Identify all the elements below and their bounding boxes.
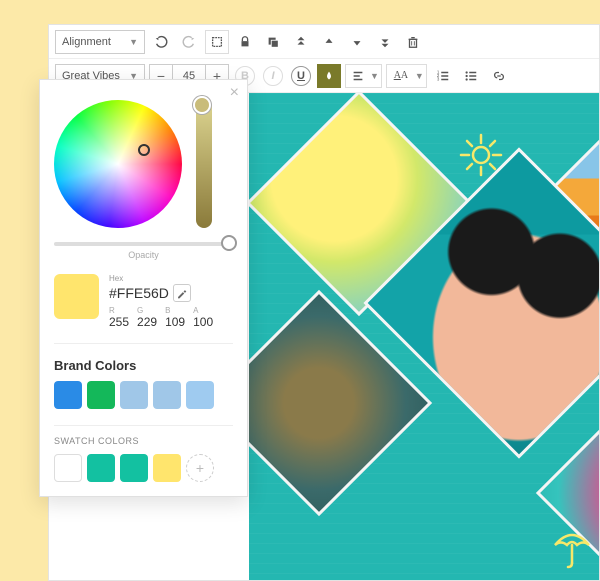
case-icon: AA bbox=[394, 70, 408, 81]
color-wheel[interactable] bbox=[54, 100, 182, 228]
brand-color-swatch[interactable] bbox=[186, 381, 214, 409]
r-label: R bbox=[109, 306, 129, 315]
delete-button[interactable] bbox=[401, 30, 425, 54]
umbrella-doodle-icon bbox=[549, 523, 595, 574]
g-value[interactable]: 229 bbox=[137, 315, 157, 329]
opacity-handle[interactable] bbox=[221, 235, 237, 251]
b-value[interactable]: 109 bbox=[165, 315, 185, 329]
caret-down-icon[interactable]: ▼ bbox=[415, 71, 424, 81]
a-label: A bbox=[193, 306, 213, 315]
hex-label: Hex bbox=[109, 274, 233, 283]
link-button[interactable] bbox=[487, 64, 511, 88]
bring-front-button[interactable] bbox=[289, 30, 313, 54]
b-label: B bbox=[165, 306, 185, 315]
design-canvas[interactable] bbox=[249, 93, 599, 580]
close-icon[interactable]: × bbox=[230, 84, 239, 102]
underline-icon: U bbox=[291, 66, 311, 86]
swatch-color[interactable] bbox=[87, 454, 115, 482]
r-value[interactable]: 255 bbox=[109, 315, 129, 329]
redo-button[interactable] bbox=[177, 30, 201, 54]
swatch-colors-title: SWATCH COLORS bbox=[54, 425, 233, 446]
color-picker-panel: × Opacity Hex #FFE56D R255 G229 bbox=[39, 79, 248, 497]
brand-color-swatch[interactable] bbox=[87, 381, 115, 409]
opacity-slider[interactable] bbox=[54, 242, 233, 246]
alignment-label: Alignment bbox=[62, 36, 111, 48]
list-ordered-button[interactable]: 123 bbox=[431, 64, 455, 88]
crop-button[interactable] bbox=[205, 30, 229, 54]
text-case-button[interactable]: AA bbox=[389, 64, 413, 88]
alignment-dropdown[interactable]: Alignment ▼ bbox=[55, 30, 145, 54]
list-bullet-button[interactable] bbox=[459, 64, 483, 88]
svg-text:3: 3 bbox=[437, 76, 440, 81]
opacity-label: Opacity bbox=[54, 250, 233, 260]
color-wheel-handle[interactable] bbox=[138, 144, 150, 156]
undo-button[interactable] bbox=[149, 30, 173, 54]
brand-colors-title: Brand Colors bbox=[54, 358, 233, 373]
text-align-button[interactable] bbox=[348, 64, 368, 88]
a-value[interactable]: 100 bbox=[193, 315, 213, 329]
brand-colors-row bbox=[54, 381, 233, 409]
underline-button[interactable]: U bbox=[289, 64, 313, 88]
eyedropper-button[interactable] bbox=[173, 284, 191, 302]
text-align-group: ▼ bbox=[345, 64, 382, 88]
toolbar-row-1: Alignment ▼ bbox=[49, 25, 599, 59]
italic-button[interactable]: I bbox=[261, 64, 285, 88]
brightness-handle[interactable] bbox=[193, 96, 211, 114]
swatch-color[interactable] bbox=[120, 454, 148, 482]
swatch-colors-row: + bbox=[54, 454, 233, 482]
send-backward-button[interactable] bbox=[345, 30, 369, 54]
swatch-color[interactable] bbox=[54, 454, 82, 482]
send-back-button[interactable] bbox=[373, 30, 397, 54]
brightness-slider[interactable] bbox=[196, 100, 212, 228]
lock-button[interactable] bbox=[233, 30, 257, 54]
g-label: G bbox=[137, 306, 157, 315]
caret-down-icon: ▼ bbox=[129, 37, 138, 47]
bring-forward-button[interactable] bbox=[317, 30, 341, 54]
swatch-color[interactable] bbox=[153, 454, 181, 482]
italic-icon: I bbox=[263, 66, 283, 86]
caret-down-icon[interactable]: ▼ bbox=[370, 71, 379, 81]
brand-color-swatch[interactable] bbox=[153, 381, 181, 409]
text-color-button[interactable] bbox=[317, 64, 341, 88]
add-swatch-button[interactable]: + bbox=[186, 454, 214, 482]
duplicate-button[interactable] bbox=[261, 30, 285, 54]
brand-color-swatch[interactable] bbox=[120, 381, 148, 409]
text-transform-group: AA ▼ bbox=[386, 64, 427, 88]
hex-value[interactable]: #FFE56D bbox=[109, 285, 169, 301]
brand-color-swatch[interactable] bbox=[54, 381, 82, 409]
color-preview-swatch bbox=[54, 274, 99, 319]
